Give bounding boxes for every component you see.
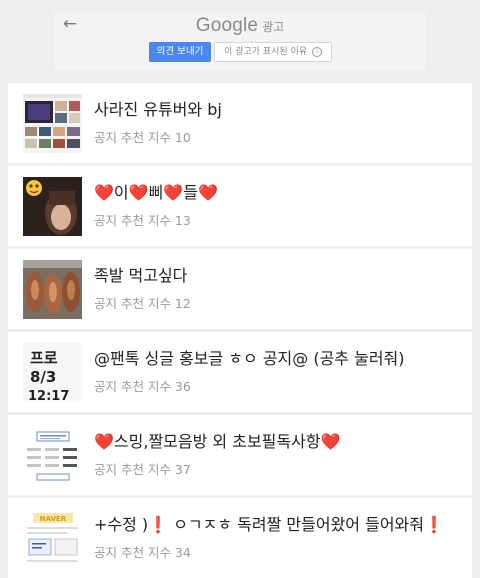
ad-brand: Google 광고 — [54, 14, 426, 39]
post-meta: 공지 추천 지수 34 — [94, 545, 191, 560]
list-item[interactable]: 족발 먹고싶다 공지 추천 지수 12 — [8, 249, 472, 329]
portrait-thumbnail-icon — [23, 177, 82, 236]
post-meta: 공지 추천 지수 10 — [94, 130, 191, 145]
list-item[interactable]: ❤️스밍,짤모음방 외 초보필독사항❤️ 공지 추천 지수 37 — [8, 415, 472, 495]
why-this-ad-button[interactable]: 이 광고가 표시된 이유 i — [214, 42, 332, 62]
title-text: 들 — [183, 183, 198, 202]
title-text: ㅇㄱㅈㅎ 독려짤 만들어왔어 들어와줘 — [168, 515, 424, 534]
post-title: @팬톡 싱글 홍보글 ㅎㅇ 공지@ (공추 눌러줘) — [94, 349, 405, 368]
heart-icon: ❤️ — [94, 432, 114, 451]
title-text: 삐 — [148, 183, 164, 202]
title-text: 스밍,짤모음방 외 초보필독사항 — [113, 432, 321, 451]
heart-icon: ❤️ — [94, 183, 114, 202]
heart-icon: ❤️ — [197, 183, 218, 202]
document-thumbnail-icon — [23, 426, 82, 485]
exclamation-icon: ❗ — [423, 515, 444, 534]
title-text: +수정 ) — [94, 515, 149, 534]
post-title: 사라진 유튜버와 bj — [94, 100, 222, 119]
heart-icon: ❤️ — [320, 432, 341, 451]
list-item[interactable]: 사라진 유튜버와 bj 공지 추천 지수 10 — [8, 83, 472, 163]
post-title: ❤️이❤️삐❤️들❤️ — [94, 182, 462, 204]
post-title: +수정 )❗ ㅇㄱㅈㅎ 독려짤 만들어왔어 들어와줘❗ — [94, 514, 462, 536]
info-icon: i — [311, 46, 322, 57]
google-logo-text: Google — [195, 15, 259, 36]
handwriting-line-3: 12:17 — [28, 389, 69, 402]
google-ad-banner: ← Google 광고 의견 보내기 이 광고가 표시된 이유 i — [54, 12, 426, 70]
heart-icon: ❤️ — [163, 183, 184, 202]
naver-logo-text: NAVER — [40, 515, 67, 523]
handwriting-line-1: 프로 — [30, 349, 58, 367]
why-this-ad-label: 이 광고가 표시된 이유 — [224, 47, 308, 57]
send-feedback-button[interactable]: 의견 보내기 — [149, 42, 211, 62]
post-meta: 공지 추천 지수 12 — [94, 296, 191, 311]
post-title: ❤️스밍,짤모음방 외 초보필독사항❤️ — [94, 431, 462, 453]
heart-icon: ❤️ — [128, 183, 149, 202]
handwriting-line-2: 8/3 — [30, 368, 56, 386]
post-meta: 공지 추천 지수 13 — [94, 213, 191, 228]
handwriting-thumbnail-icon: 프로 8/3 12:17 — [23, 343, 82, 402]
post-title: 족발 먹고싶다 — [94, 266, 188, 285]
food-thumbnail-icon — [23, 260, 82, 319]
ad-label: 광고 — [262, 20, 285, 34]
list-item[interactable]: 프로 8/3 12:17 @팬톡 싱글 홍보글 ㅎㅇ 공지@ (공추 눌러줘) … — [8, 332, 472, 412]
post-meta: 공지 추천 지수 36 — [94, 379, 191, 394]
exclamation-icon: ❗ — [148, 515, 169, 534]
list-item[interactable]: ❤️이❤️삐❤️들❤️ 공지 추천 지수 13 — [8, 166, 472, 246]
list-item[interactable]: NAVER +수정 )❗ ㅇㄱㅈㅎ 독려짤 만들어왔어 들어와줘❗ 공지 추천 … — [8, 498, 472, 578]
title-text: 이 — [113, 183, 129, 202]
video-grid-thumbnail-icon — [23, 94, 82, 153]
post-meta: 공지 추천 지수 37 — [94, 462, 191, 477]
banner-thumbnail-icon: NAVER — [23, 509, 82, 568]
